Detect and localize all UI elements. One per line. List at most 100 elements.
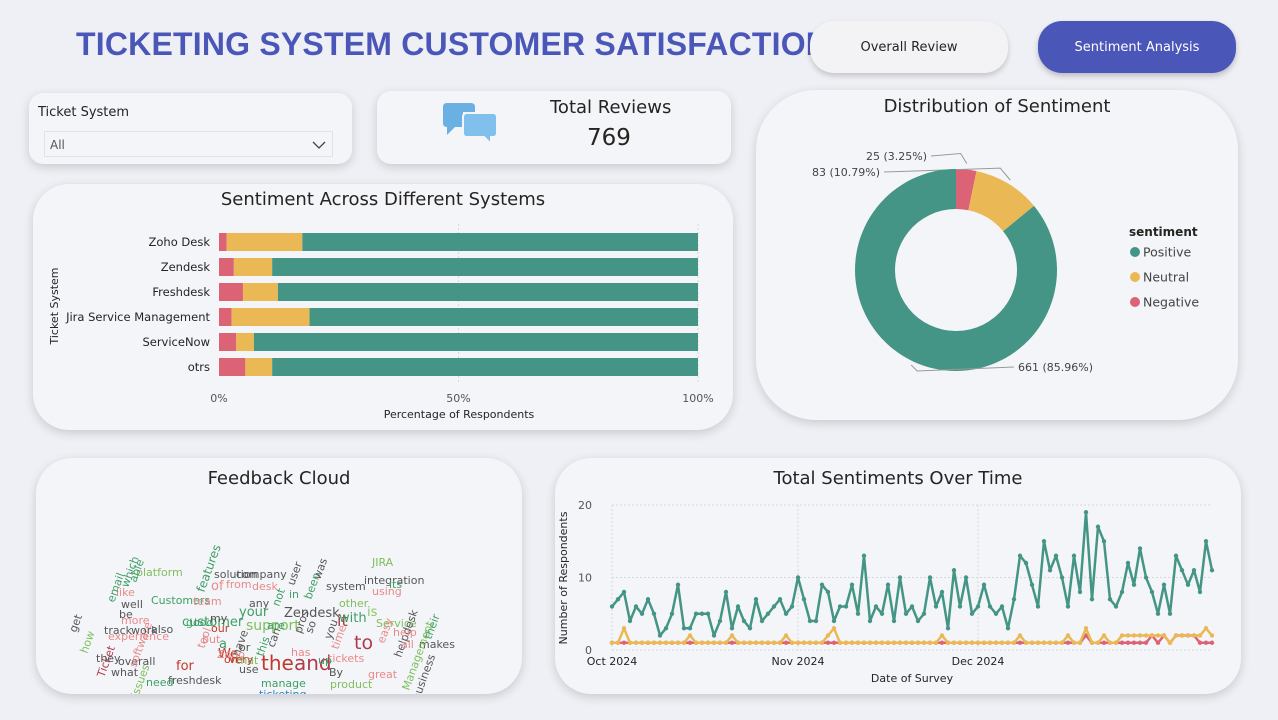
data-point: [1203, 539, 1209, 544]
data-point: [1017, 633, 1023, 638]
data-point: [639, 640, 645, 645]
data-point: [1107, 640, 1113, 645]
cloud-word: they: [96, 652, 121, 665]
data-point: [1071, 640, 1077, 645]
data-point: [819, 582, 825, 587]
data-point: [1173, 553, 1179, 558]
data-point: [687, 633, 693, 638]
data-point: [831, 626, 837, 631]
data-point: [1161, 582, 1167, 587]
data-point: [693, 611, 699, 616]
data-point: [1167, 611, 1173, 616]
category-label: otrs: [188, 360, 210, 374]
data-point: [1131, 640, 1137, 645]
data-point: [1023, 560, 1029, 566]
data-point: [1077, 589, 1083, 595]
ticket-system-dropdown[interactable]: All: [44, 131, 333, 157]
data-point: [969, 640, 975, 645]
cloud-word: need: [146, 676, 174, 689]
sentiment-analysis-button[interactable]: Sentiment Analysis: [1038, 21, 1236, 73]
data-point: [879, 611, 885, 616]
bar-segment-negative: [219, 283, 243, 301]
data-point: [729, 633, 735, 638]
data-label: 83 (10.79%): [812, 166, 880, 179]
data-point: [1191, 568, 1197, 573]
data-point: [1059, 575, 1065, 580]
data-point: [795, 640, 801, 645]
data-point: [1029, 582, 1035, 587]
data-point: [885, 582, 891, 587]
data-point: [1095, 640, 1101, 645]
data-point: [903, 611, 909, 616]
data-point: [957, 604, 963, 609]
data-point: [735, 604, 741, 609]
data-point: [723, 589, 729, 595]
data-point: [711, 633, 717, 638]
data-point: [963, 640, 969, 645]
data-point: [891, 640, 897, 645]
feedback-cloud-card: Feedback Cloud the and to it support customer…: [36, 458, 522, 694]
data-point: [951, 640, 957, 645]
sentiment-systems-card: Sentiment Across Different Systems Ticke…: [33, 184, 733, 430]
legend-marker: [1130, 297, 1140, 307]
data-point: [1089, 597, 1095, 602]
data-point: [765, 611, 771, 616]
data-point: [1209, 633, 1215, 638]
category-label: ServiceNow: [142, 335, 210, 349]
data-point: [939, 633, 945, 638]
data-point: [657, 633, 663, 638]
data-point: [741, 618, 747, 624]
bar-segment-positive: [302, 233, 698, 251]
data-point: [969, 611, 975, 616]
data-point: [1125, 560, 1131, 566]
data-point: [783, 640, 789, 645]
data-point: [903, 640, 909, 645]
data-point: [849, 582, 855, 587]
data-point: [945, 626, 951, 631]
data-point: [1149, 589, 1155, 595]
data-point: [825, 589, 831, 595]
cloud-word: for: [176, 659, 195, 674]
cloud-word: user: [285, 560, 306, 587]
data-point: [1209, 568, 1215, 573]
data-point: [1035, 604, 1041, 609]
data-point: [705, 640, 711, 645]
data-point: [999, 604, 1005, 609]
data-point: [669, 640, 675, 645]
x-tick-label: Oct 2024: [587, 655, 638, 668]
data-point: [1155, 640, 1161, 645]
bar-segment-negative: [219, 308, 232, 326]
chevron-down-icon: [312, 141, 326, 149]
cloud-word: to: [354, 632, 373, 654]
data-point: [1083, 626, 1089, 631]
data-point: [765, 640, 771, 645]
category-label: Zoho Desk: [149, 235, 211, 249]
cloud-word: has: [291, 646, 311, 659]
data-point: [717, 640, 723, 645]
data-point: [1005, 626, 1011, 631]
data-point: [615, 640, 621, 645]
data-point: [909, 604, 915, 609]
data-point: [1197, 589, 1203, 595]
slicer-label: Ticket System: [38, 105, 130, 120]
sentiment-systems-chart: Ticket System Percentage of Respondents …: [48, 224, 714, 421]
data-point: [657, 640, 663, 645]
data-point: [717, 618, 723, 624]
data-point: [675, 640, 681, 645]
data-point: [645, 640, 651, 645]
cloud-word: Zoho: [217, 648, 245, 661]
data-point: [729, 626, 735, 631]
data-point: [627, 618, 633, 624]
cloud-word: with: [339, 611, 367, 626]
data-point: [1041, 539, 1047, 544]
data-point: [915, 640, 921, 645]
total-reviews-card: Total Reviews 769: [377, 91, 731, 164]
data-point: [891, 618, 897, 624]
overall-review-button[interactable]: Overall Review: [810, 21, 1008, 73]
data-point: [945, 640, 951, 645]
word-cloud: the andtoitsupportcustomerZendesk withyour…: [67, 543, 456, 694]
data-point: [957, 640, 963, 645]
data-point: [1197, 640, 1203, 645]
category-label: Freshdesk: [152, 285, 210, 299]
cloud-word: great: [368, 668, 398, 681]
